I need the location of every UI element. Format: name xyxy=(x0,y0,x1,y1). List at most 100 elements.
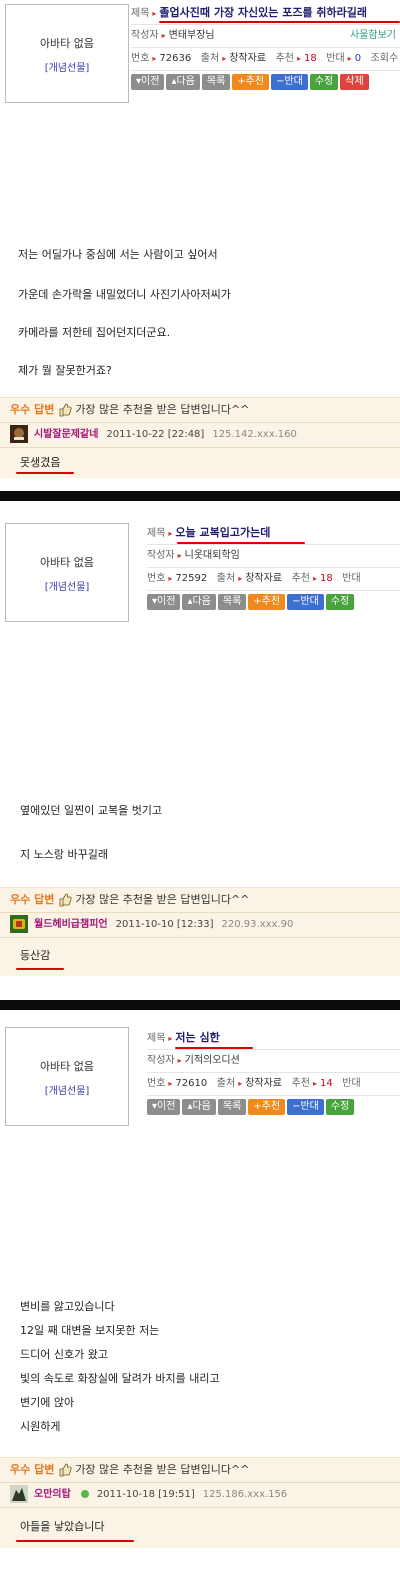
avatar-none-text: 아바타 없음 xyxy=(39,1060,95,1073)
triangle-icon: ▸ xyxy=(152,54,157,63)
stats-row: 번호 ▸ 72636 출처 ▸ 창작자료 추천 ▸ 18 반대 ▸ 0 조회수 xyxy=(131,48,400,71)
triangle-icon: ▸ xyxy=(177,551,182,560)
triangle-icon: ▸ xyxy=(161,31,166,40)
post-1: 아바타 없음 [개념선물] 제목 ▸ 졸업사진때 가장 자신있는 포즈를 취하라길래… xyxy=(0,0,400,500)
underline-mark xyxy=(16,968,64,970)
underline-mark xyxy=(159,21,400,23)
triangle-icon: ▸ xyxy=(177,1056,182,1065)
answer-body: 아들을 낳았습니다 xyxy=(0,1508,400,1548)
body-line: 카메라를 저한테 집어던지더군요. xyxy=(18,326,171,339)
user-avatar-icon xyxy=(10,1485,28,1503)
title-row: 제목 ▸ 오늘 교복입고가는데 xyxy=(147,522,400,545)
post-title: 졸업사진때 가장 자신있는 포즈를 취하라길래 xyxy=(159,6,368,19)
post-number: 72636 xyxy=(159,53,192,64)
separator xyxy=(0,491,400,501)
recommend-button[interactable]: +추천 xyxy=(248,594,286,610)
next-button[interactable]: ▴다음 xyxy=(166,74,200,90)
best-answer-text: 가장 많은 추천을 받은 답변입니다^^ xyxy=(75,403,250,416)
body-line: 제가 뭘 잘못한거죠? xyxy=(18,364,112,377)
answer-text: 아들을 낳았습니다 xyxy=(20,1520,105,1533)
post-meta: 제목 ▸ 저는 심한 작성자 ▸ 기적의오디션 번호 ▸ 72610 출처 ▸ 창작자료 추천 ▸… xyxy=(147,1027,400,1123)
triangle-icon: ▸ xyxy=(347,54,352,63)
best-answer-header: 우수 답변 가장 많은 추천을 받은 답변입니다^^ xyxy=(0,398,400,423)
post-meta: 제목 ▸ 졸업사진때 가장 자신있는 포즈를 취하라길래 작성자 ▸ 변태부장님 사물함… xyxy=(131,2,400,98)
answer-text: 못생겼음 xyxy=(20,456,61,469)
post-source: 창작자료 xyxy=(245,1078,283,1089)
recommend-button[interactable]: +추천 xyxy=(248,1099,286,1115)
list-button[interactable]: 목록 xyxy=(217,594,247,610)
body-line: 변기에 앉아 xyxy=(20,1396,75,1409)
body-line: 드디어 신호가 왔고 xyxy=(20,1348,108,1361)
rec-count: 14 xyxy=(319,1078,333,1089)
best-answer-header: 우수 답변 가장 많은 추천을 받은 답변입니다^^ xyxy=(0,1458,400,1483)
answer-nickname[interactable]: 오만의탑 xyxy=(34,1489,71,1500)
triangle-icon: ▸ xyxy=(168,574,173,583)
best-answer: 우수 답변 가장 많은 추천을 받은 답변입니다^^ 시발잘문제같네 2011-10… xyxy=(0,397,400,478)
thumbs-up-icon xyxy=(59,1463,72,1477)
post-source: 창작자료 xyxy=(229,53,267,64)
edit-button[interactable]: 수정 xyxy=(309,74,339,90)
triangle-icon: ▸ xyxy=(238,1079,243,1088)
avatar: 아바타 없음 [개념선물] xyxy=(5,523,129,622)
next-button[interactable]: ▴다음 xyxy=(182,594,216,610)
answer-nickname[interactable]: 월드헤비급챔피언 xyxy=(34,919,108,930)
answer-date: 2011-10-22 [22:48] xyxy=(106,429,205,440)
best-answer: 우수 답변 가장 많은 추천을 받은 답변입니다^^ 월드헤비급챔피언 2011-1… xyxy=(0,887,400,976)
oppose-button[interactable]: −반대 xyxy=(287,1099,324,1115)
answer-nickname[interactable]: 시발잘문제같네 xyxy=(34,429,98,440)
body-line: 옆에있던 일찐이 교복을 벗기고 xyxy=(20,804,163,817)
triangle-icon: ▸ xyxy=(152,9,157,18)
underline-mark xyxy=(16,1540,134,1542)
post-number: 72610 xyxy=(175,1078,208,1089)
gift-link[interactable]: [개념선물] xyxy=(6,1082,128,1097)
post-title: 저는 심한 xyxy=(175,1031,220,1044)
best-answer-text: 가장 많은 추천을 받은 답변입니다^^ xyxy=(75,1463,250,1476)
avatar-none-text: 아바타 없음 xyxy=(39,37,95,50)
underline-mark xyxy=(177,542,305,544)
gift-link[interactable]: [개념선물] xyxy=(6,578,128,593)
next-button[interactable]: ▴다음 xyxy=(182,1099,216,1115)
underline-mark xyxy=(16,472,74,474)
answer-author-row: 월드헤비급챔피언 2011-10-10 [12:33] 220.93.xxx.90 xyxy=(0,913,400,938)
answer-ip: 125.186.xxx.156 xyxy=(202,1489,288,1500)
prev-button[interactable]: ▾이전 xyxy=(147,1099,181,1115)
post-title: 오늘 교복입고가는데 xyxy=(175,526,271,539)
best-answer-text: 가장 많은 추천을 받은 답변입니다^^ xyxy=(75,893,250,906)
oppose-button[interactable]: −반대 xyxy=(287,594,324,610)
triangle-icon: ▸ xyxy=(296,54,301,63)
recommend-button[interactable]: +추천 xyxy=(232,74,270,90)
body-line: 시원하게 xyxy=(20,1420,61,1433)
body-line: 지 노스랑 바꾸길래 xyxy=(20,848,108,861)
author-name[interactable]: 니옷대퇴학임 xyxy=(185,550,240,561)
stats-row: 번호 ▸ 72610 출처 ▸ 창작자료 추천 ▸ 14 반대 xyxy=(147,1073,400,1096)
oppose-button[interactable]: −반대 xyxy=(271,74,308,90)
edit-button[interactable]: 수정 xyxy=(325,1099,355,1115)
delete-button[interactable]: 삭제 xyxy=(340,74,369,90)
prev-button[interactable]: ▾이전 xyxy=(147,594,181,610)
prev-button[interactable]: ▾이전 xyxy=(131,74,165,90)
answer-body: 등산감 xyxy=(0,938,400,976)
post-source: 창작자료 xyxy=(245,573,283,584)
body-line: 12일 째 대변을 보지못한 저는 xyxy=(20,1324,160,1337)
underline-mark xyxy=(175,1047,253,1049)
separator xyxy=(0,1000,400,1010)
button-bar: ▾이전 ▴다음 목록 +추천 −반대 수정 xyxy=(147,1096,400,1123)
send-message-link[interactable]: 사물함보기 xyxy=(350,25,396,47)
list-button[interactable]: 목록 xyxy=(217,1099,247,1115)
best-answer-label: 우수 답변 xyxy=(10,1463,55,1476)
answer-ip: 220.93.xxx.90 xyxy=(221,919,294,930)
list-button[interactable]: 목록 xyxy=(201,74,231,90)
answer-ip: 125.142.xxx.160 xyxy=(212,429,297,440)
author-row: 작성자 ▸ 니옷대퇴학임 xyxy=(147,545,400,568)
thumbs-up-icon xyxy=(59,403,72,417)
author-name[interactable]: 기적의오디션 xyxy=(185,1055,240,1066)
avatar: 아바타 없음 [개념선물] xyxy=(5,4,129,103)
author-name[interactable]: 변태부장님 xyxy=(169,30,215,41)
triangle-icon: ▸ xyxy=(312,574,317,583)
edit-button[interactable]: 수정 xyxy=(325,594,355,610)
opp-count: 0 xyxy=(354,53,362,64)
answer-author-row: 오만의탑 2011-10-18 [19:51] 125.186.xxx.156 xyxy=(0,1483,400,1508)
gift-link[interactable]: [개념선물] xyxy=(6,59,128,74)
user-avatar-icon xyxy=(10,915,28,933)
post-number: 72592 xyxy=(175,573,208,584)
